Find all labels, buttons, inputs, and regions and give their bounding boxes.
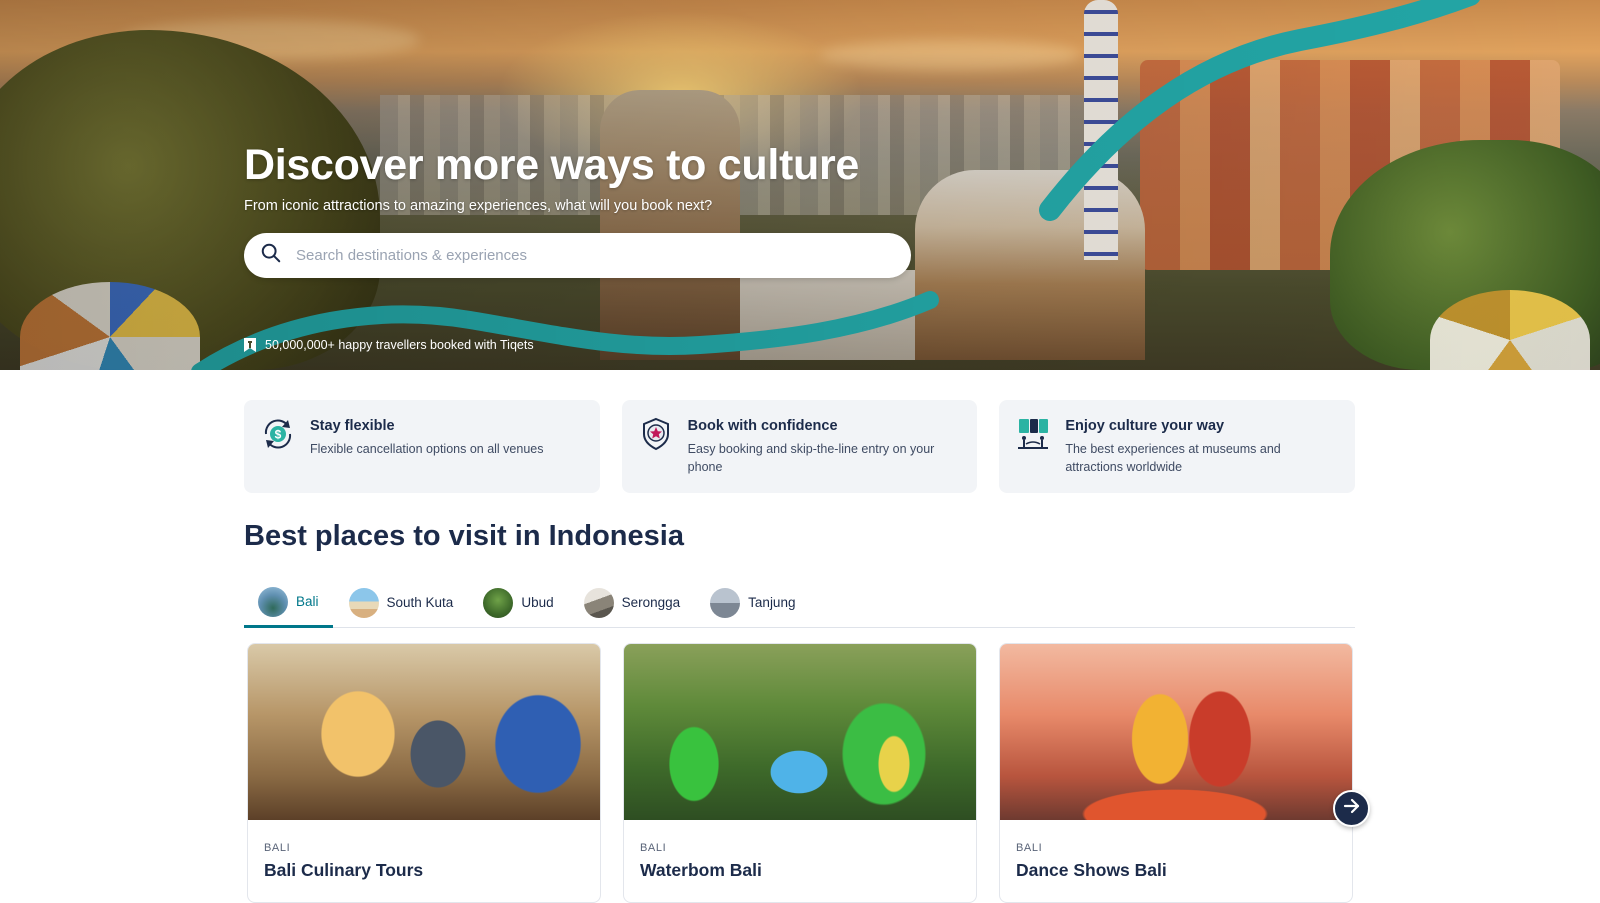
card-location: BALI <box>264 842 291 854</box>
feature-text: Easy booking and skip-the-line entry on … <box>687 442 935 474</box>
card-image <box>1000 644 1352 820</box>
tab-thumbnail <box>483 587 514 618</box>
tab-label: Ubud <box>521 595 554 610</box>
trust-banner: 50,000,000+ happy travellers booked with… <box>244 338 534 352</box>
tab-label: South Kuta <box>386 595 454 610</box>
place-card[interactable]: BALI Dance Shows Bali <box>999 643 1353 903</box>
tiqets-logo-icon <box>244 338 256 352</box>
tab-tanjung[interactable]: Tanjung <box>696 578 809 627</box>
tab-thumbnail <box>583 587 614 618</box>
carousel-next-button[interactable] <box>1333 790 1370 827</box>
trust-text: 50,000,000+ happy travellers booked with… <box>265 338 534 352</box>
award-star-icon <box>638 416 674 452</box>
card-location: BALI <box>1016 842 1043 854</box>
place-card[interactable]: BALI Bali Culinary Tours <box>247 643 601 903</box>
feature-title: Stay flexible <box>310 418 395 434</box>
tab-bali[interactable]: Bali <box>244 578 333 628</box>
tab-label: Bali <box>296 594 319 609</box>
feature-text: Flexible cancellation options on all ven… <box>310 442 544 456</box>
dollar-refresh-icon: $ <box>260 416 296 452</box>
tab-thumbnail <box>348 587 379 618</box>
tab-ubud[interactable]: Ubud <box>469 578 567 627</box>
hero-title: Discover more ways to culture <box>244 141 860 189</box>
tab-thumbnail <box>710 587 741 618</box>
tab-label: Tanjung <box>748 595 796 610</box>
tab-south-kuta[interactable]: South Kuta <box>335 578 468 627</box>
tab-label: Serongga <box>621 595 681 610</box>
destination-tabs: Bali South Kuta Ubud Serongga Tanjung <box>244 578 1355 628</box>
card-image <box>624 644 976 820</box>
feature-card-flexible: $ Stay flexible Flexible cancellation op… <box>244 400 600 493</box>
feature-card-confidence: Book with confidence Easy booking and sk… <box>621 400 978 493</box>
place-cards: BALI Bali Culinary Tours BALI Waterbom B… <box>247 643 1353 903</box>
features-row: $ Stay flexible Flexible cancellation op… <box>244 400 1356 493</box>
section-title: Best places to visit in Indonesia <box>244 520 684 552</box>
feature-title: Enjoy culture your way <box>1065 418 1225 434</box>
search-icon <box>260 242 282 269</box>
search-input[interactable] <box>296 247 856 264</box>
tab-thumbnail <box>258 586 288 617</box>
hero-subtitle: From iconic attractions to amazing exper… <box>244 198 713 214</box>
card-location: BALI <box>640 842 667 854</box>
search-bar[interactable] <box>244 233 911 278</box>
feature-title: Book with confidence <box>687 418 838 434</box>
card-image <box>248 644 600 820</box>
tab-serongga[interactable]: Serongga <box>570 578 695 627</box>
museum-visitors-icon <box>1015 416 1051 452</box>
feature-text: The best experiences at museums and attr… <box>1065 442 1281 474</box>
svg-text:$: $ <box>275 428 282 442</box>
feature-card-culture: Enjoy culture your way The best experien… <box>999 400 1356 493</box>
arrow-right-icon <box>1342 796 1362 821</box>
place-card[interactable]: BALI Waterbom Bali <box>623 643 977 903</box>
